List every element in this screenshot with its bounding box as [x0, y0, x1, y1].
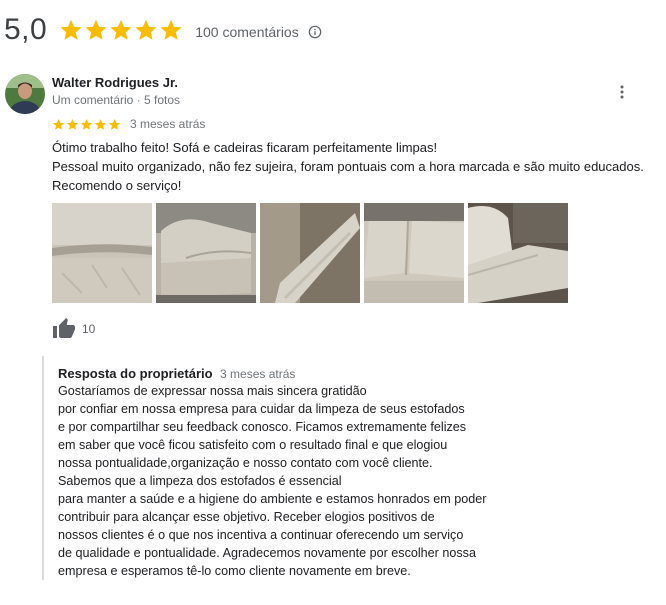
like-button[interactable]: 10: [52, 317, 95, 341]
review-text-line: Recomendo o serviço!: [52, 178, 182, 193]
reply-line: nossa pontualidade,organização e nosso c…: [58, 456, 433, 470]
more-options-icon[interactable]: [614, 84, 630, 100]
reply-line: contribuir para alcançar esse objetivo. …: [58, 510, 435, 524]
avatar[interactable]: [5, 74, 45, 114]
sofa-backrest-photo: [468, 203, 568, 303]
review-time: 3 meses atrás: [130, 117, 206, 131]
comment-count: 100 comentários: [195, 23, 299, 40]
reply-line: empresa e esperamos tê-lo como cliente n…: [58, 564, 411, 578]
reply-line: Gostaríamos de expressar nossa mais sinc…: [58, 384, 367, 398]
author-meta: Um comentário · 5 fotos: [52, 93, 181, 107]
reply-line: e por compartilhar seu feedback conosco.…: [58, 420, 467, 434]
reply-line: de qualidade e pontualidade. Agradecemos…: [58, 546, 476, 560]
review-photo[interactable]: [468, 203, 568, 303]
rating-score: 5,0: [4, 13, 48, 46]
rating-stars: [59, 18, 183, 42]
rating-summary: 5,0 100 comentários: [4, 12, 322, 48]
star-icon: [108, 118, 121, 130]
star-icon: [60, 19, 82, 40]
sofa-cushion-photo: [52, 203, 152, 303]
reply-line: para manter a saúde e a higiene do ambie…: [58, 492, 487, 506]
owner-reply: Resposta do proprietário 3 meses atrás G…: [42, 356, 524, 580]
review-text-line: Ótimo trabalho feito! Sofá e cadeiras fi…: [52, 140, 438, 155]
review-photo[interactable]: [260, 203, 360, 303]
review-photo[interactable]: [364, 203, 464, 303]
review-photos: [52, 203, 568, 303]
review-photo[interactable]: [156, 203, 256, 303]
reply-line: Sabemos que a limpeza dos estofados é es…: [58, 474, 342, 488]
reply-line: por confiar em nossa empresa para cuidar…: [58, 402, 465, 416]
star-icon: [52, 118, 65, 130]
thumbs-up-icon: [53, 318, 75, 338]
review-text: Ótimo trabalho feito! Sofá e cadeiras fi…: [52, 138, 644, 195]
reply-line: nossos clientes é o que nos incentiva a …: [58, 528, 464, 542]
reply-line: em saber que você ficou satisfeito com o…: [58, 438, 448, 452]
owner-reply-title: Resposta do proprietário: [58, 366, 213, 381]
star-icon: [85, 19, 107, 40]
review-photo[interactable]: [52, 203, 152, 303]
sofa-seat-photo: [364, 203, 464, 303]
owner-reply-time: 3 meses atrás: [220, 367, 296, 381]
sofa-side-photo: [156, 203, 256, 303]
review-stars: [52, 118, 121, 131]
star-icon: [135, 19, 157, 40]
sofa-armrest-photo: [260, 203, 360, 303]
info-icon[interactable]: [308, 25, 322, 39]
like-count: 10: [82, 322, 96, 336]
owner-reply-header: Resposta do proprietário 3 meses atrás: [58, 365, 295, 383]
avatar-photo: [5, 74, 45, 114]
review-rating: 3 meses atrás: [52, 117, 205, 131]
star-icon: [160, 19, 182, 40]
review-text-line: Pessoal muito organizado, não fez sujeir…: [52, 159, 644, 174]
star-icon: [94, 118, 107, 130]
star-icon: [80, 118, 93, 130]
owner-reply-text: Gostaríamos de expressar nossa mais sinc…: [58, 382, 486, 580]
star-icon: [66, 118, 79, 130]
author-name[interactable]: Walter Rodrigues Jr.: [52, 75, 178, 90]
star-icon: [110, 19, 132, 40]
